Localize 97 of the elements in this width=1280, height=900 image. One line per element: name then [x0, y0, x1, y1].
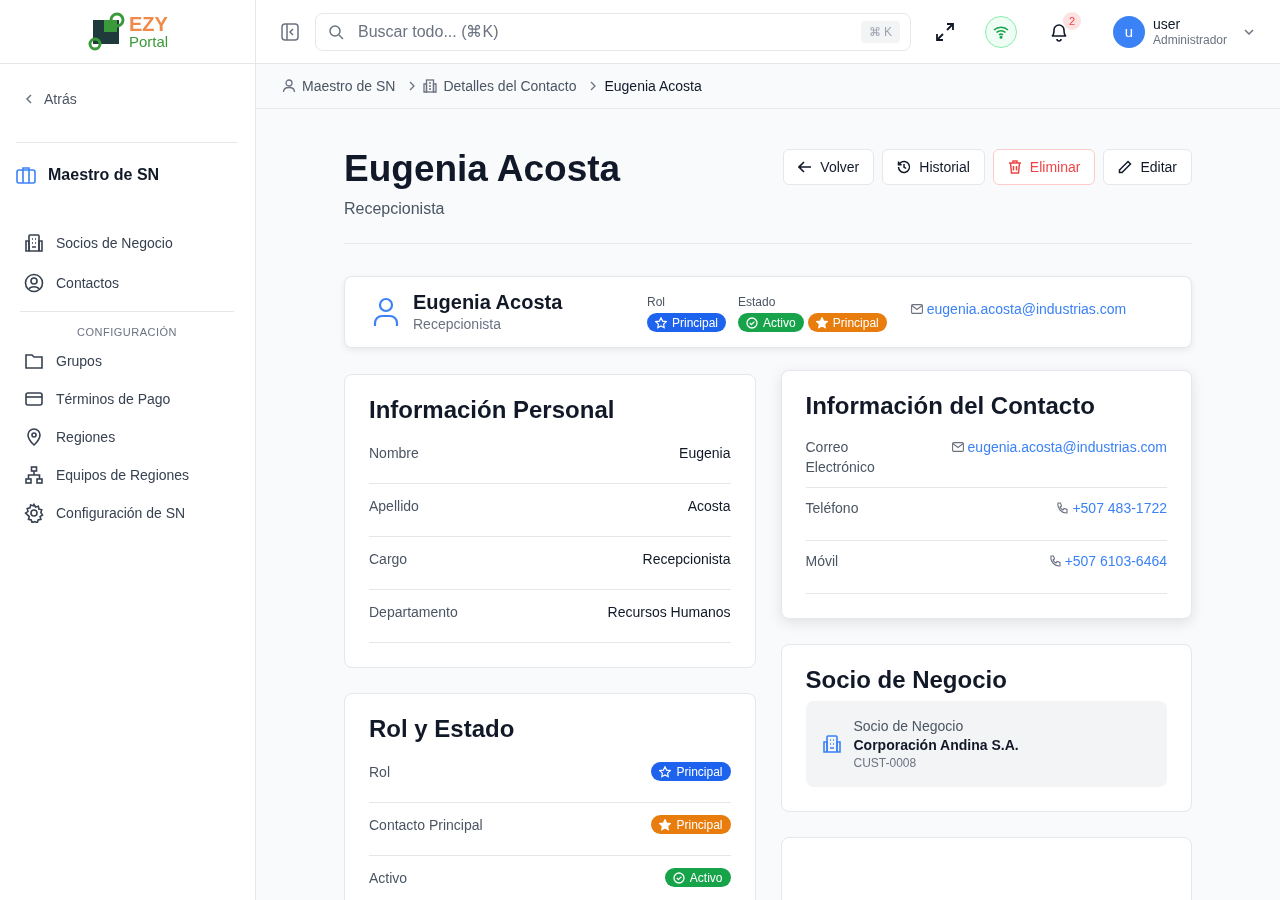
building-icon — [821, 734, 842, 755]
back-link[interactable]: Atrás — [16, 91, 77, 107]
field-label: Teléfono — [805, 499, 860, 519]
connection-status[interactable] — [985, 15, 1017, 48]
sidebar-item[interactable]: Configuración de SN — [16, 494, 238, 532]
mail-icon — [951, 441, 964, 452]
check-circle-icon — [672, 871, 685, 884]
card-title: Información del Contacto — [805, 390, 1096, 421]
field-label: Contacto Principal — [369, 816, 483, 833]
field-label: Correo Electrónico — [805, 437, 876, 477]
role-badge: Principal — [647, 313, 727, 333]
sidebar-item[interactable]: Regiones — [16, 418, 238, 456]
building-icon — [24, 233, 44, 253]
breadcrumb-link[interactable]: Detalles del Contacto — [443, 78, 577, 94]
check-circle-icon — [746, 316, 759, 329]
sidebar-toggle-icon[interactable] — [281, 22, 299, 41]
field-label: Estado — [738, 295, 777, 310]
user-name: user — [1153, 15, 1182, 33]
phone-link[interactable]: +507 483-1722 — [1056, 498, 1167, 519]
settings-icon — [24, 503, 44, 523]
folder-icon — [24, 351, 44, 371]
primary-badge: Principal — [651, 815, 731, 835]
user-circle-icon — [24, 273, 44, 293]
field-label: Apellido — [369, 497, 419, 514]
sidebar-item[interactable]: Socios de Negocio — [16, 223, 238, 263]
section-label: CONFIGURACIÓN — [76, 326, 178, 338]
sidebar-item[interactable]: Términos de Pago — [16, 380, 238, 418]
field-label: Rol — [369, 763, 390, 780]
chevron-left-icon — [24, 94, 34, 104]
logo-subtext: Portal — [128, 34, 169, 49]
arrow-left-icon — [798, 160, 813, 174]
shortcut-hint: ⌘ K — [860, 20, 900, 43]
edit-button[interactable]: Editar — [1103, 149, 1192, 185]
phone-icon — [1048, 555, 1061, 568]
phone-icon — [1056, 502, 1069, 515]
field-label: Nombre — [369, 444, 419, 461]
briefcase-icon — [16, 166, 36, 184]
sidebar-title: Maestro de SN — [48, 166, 160, 184]
map-pin-icon — [24, 427, 44, 447]
star-icon — [659, 765, 672, 778]
field-label: Rol — [647, 295, 666, 310]
bell-icon[interactable] — [1049, 21, 1069, 42]
sidebar-item[interactable]: Grupos — [16, 342, 238, 380]
partner-code: CUST-0008 — [853, 755, 918, 772]
card-title: Rol y Estado — [369, 713, 516, 744]
field-label: Socio de Negocio — [853, 717, 965, 737]
user-role: Administrador — [1153, 32, 1228, 48]
avatar[interactable]: u — [1113, 15, 1145, 48]
building-icon — [423, 79, 438, 93]
credit-card-icon — [24, 389, 44, 409]
breadcrumb-current: Eugenia Acosta — [604, 78, 702, 94]
partner-name: Corporación Andina S.A. — [853, 736, 1019, 756]
sidebar-item[interactable]: Contactos — [16, 263, 238, 303]
card-title: Socio de Negocio — [805, 665, 1008, 696]
field-value: Acosta — [687, 497, 731, 514]
user-icon — [373, 296, 399, 327]
active-badge: Activo — [738, 313, 804, 333]
page-subtitle: Recepcionista — [344, 199, 446, 218]
star-icon — [655, 316, 667, 329]
field-value: Recursos Humanos — [607, 603, 731, 620]
contact-name: Eugenia Acosta — [413, 291, 564, 315]
logo-text: EZY — [128, 14, 169, 34]
pencil-icon — [1118, 160, 1133, 174]
notification-count: 2 — [1063, 11, 1081, 30]
field-label: Cargo — [369, 550, 408, 567]
email-link[interactable]: eugenia.acosta@industrias.com — [910, 300, 1127, 317]
partner-panel[interactable]: Socio de Negocio Corporación Andina S.A. CUST-0008 — [805, 701, 1167, 788]
logo-icon — [86, 11, 127, 52]
active-badge: Activo — [664, 868, 731, 888]
trash-icon — [1007, 160, 1022, 174]
star-icon — [659, 818, 672, 831]
user-icon — [282, 79, 296, 93]
star-icon — [815, 316, 828, 329]
search-icon — [328, 23, 344, 40]
field-label: Activo — [369, 869, 408, 886]
breadcrumb-link[interactable]: Maestro de SN — [302, 78, 396, 94]
field-label: Departamento — [369, 603, 458, 620]
history-icon — [897, 160, 912, 174]
search-input[interactable]: Buscar todo... (⌘K) — [356, 21, 849, 42]
phone-link[interactable]: +507 6103-6464 — [1048, 551, 1167, 572]
card-title: Información Personal — [369, 394, 616, 425]
contact-position: Recepcionista — [413, 316, 502, 333]
mail-icon — [910, 303, 923, 314]
history-button[interactable]: Historial — [882, 149, 985, 185]
field-value: Recepcionista — [642, 550, 731, 567]
field-label: Móvil — [805, 552, 840, 572]
field-value: Eugenia — [679, 444, 731, 461]
email-link[interactable]: eugenia.acosta@industrias.com — [951, 436, 1167, 457]
page-title: Eugenia Acosta — [344, 149, 621, 190]
role-badge: Principal — [651, 762, 731, 782]
primary-badge: Principal — [807, 313, 887, 333]
sidebar-item[interactable]: Equipos de Regiones — [16, 456, 238, 494]
delete-button[interactable]: Eliminar — [992, 149, 1096, 185]
back-button[interactable]: Volver — [783, 149, 875, 185]
wifi-icon — [993, 24, 1009, 39]
hierarchy-icon — [24, 465, 44, 485]
expand-icon[interactable] — [935, 21, 955, 42]
